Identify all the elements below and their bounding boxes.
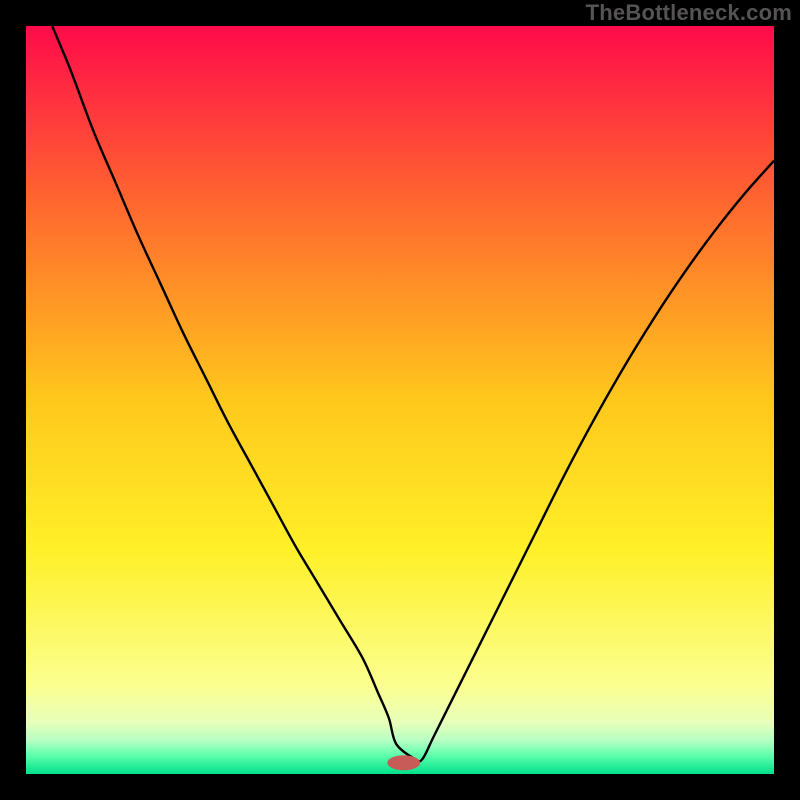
chart-frame: TheBottleneck.com [0, 0, 800, 800]
watermark-text: TheBottleneck.com [586, 0, 792, 26]
plot-area [26, 26, 774, 774]
bottleneck-chart [26, 26, 774, 774]
optimum-marker [387, 755, 420, 770]
gradient-background [26, 26, 774, 774]
